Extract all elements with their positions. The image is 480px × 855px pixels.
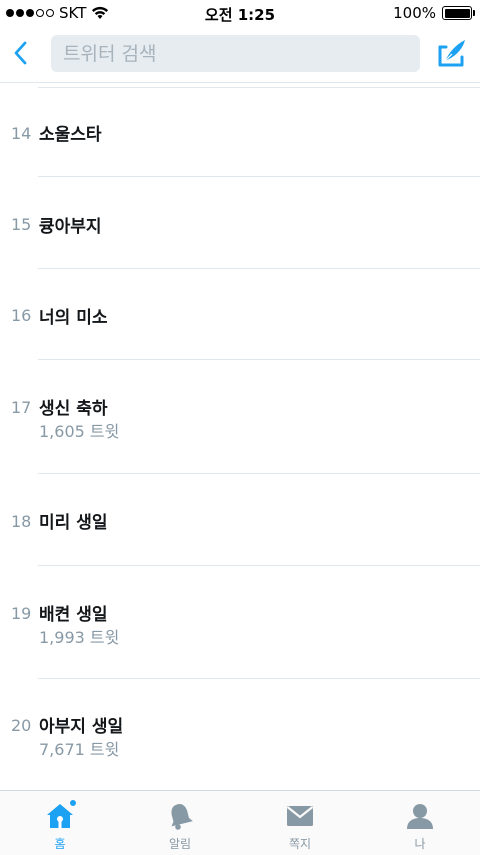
navigation-bar bbox=[0, 27, 480, 83]
trend-rank: 17 bbox=[11, 398, 32, 417]
tab-label: 쪽지 bbox=[288, 837, 312, 851]
trend-item[interactable]: 18 미리 생일 bbox=[0, 474, 480, 565]
trend-rank: 18 bbox=[11, 512, 32, 531]
tab-notifications[interactable]: 알림 bbox=[120, 791, 240, 855]
battery-fill bbox=[444, 8, 470, 18]
trend-item[interactable]: 15 큥아부지 bbox=[0, 177, 480, 268]
trend-name: 생신 축하 bbox=[39, 399, 108, 419]
tab-label: 나 bbox=[414, 837, 426, 851]
tab-bar: 홈 알림 쪽지 나 bbox=[0, 790, 480, 855]
envelope-icon bbox=[285, 801, 315, 831]
trend-item[interactable]: 20 아부지 생일 7,671 트윗 bbox=[0, 679, 480, 790]
trend-item[interactable]: 16 너의 미소 bbox=[0, 269, 480, 359]
person-icon bbox=[405, 801, 435, 831]
trend-tweet-count: 7,671 트윗 bbox=[39, 740, 120, 759]
trend-rank: 15 bbox=[11, 215, 32, 234]
back-button[interactable] bbox=[9, 38, 31, 68]
status-right: 100% bbox=[393, 4, 475, 22]
tab-label: 홈 bbox=[54, 837, 66, 851]
trend-tweet-count: 1,605 트윗 bbox=[39, 422, 120, 441]
trend-item[interactable]: 19 배켠 생일 1,993 트윗 bbox=[0, 566, 480, 678]
tab-home[interactable]: 홈 bbox=[0, 791, 120, 855]
trend-item[interactable]: 17 생신 축하 1,605 트윗 bbox=[0, 360, 480, 473]
trends-list: 14 소울스타 15 큥아부지 16 너의 미소 17 생신 축하 1,605 … bbox=[0, 84, 480, 790]
bell-icon bbox=[165, 801, 195, 831]
tab-messages[interactable]: 쪽지 bbox=[240, 791, 360, 855]
search-input[interactable] bbox=[51, 35, 420, 72]
tab-label: 알림 bbox=[168, 837, 192, 851]
compose-tweet-button[interactable] bbox=[436, 37, 468, 69]
trend-rank: 14 bbox=[11, 124, 32, 143]
trend-name: 큥아부지 bbox=[39, 217, 102, 237]
chevron-left-icon bbox=[14, 41, 27, 65]
trend-name: 아부지 생일 bbox=[39, 717, 124, 737]
trend-rank: 19 bbox=[11, 604, 32, 623]
trend-name: 너의 미소 bbox=[39, 308, 108, 328]
trend-name: 미리 생일 bbox=[39, 513, 108, 533]
notification-dot bbox=[69, 799, 77, 807]
trend-name: 배켠 생일 bbox=[39, 605, 108, 625]
status-bar: SKT 오전 1:25 100% bbox=[0, 0, 480, 27]
battery-percent: 100% bbox=[393, 4, 436, 22]
tab-me[interactable]: 나 bbox=[360, 791, 480, 855]
trend-tweet-count: 1,993 트윗 bbox=[39, 628, 120, 647]
trend-rank: 20 bbox=[11, 716, 32, 735]
trend-name: 소울스타 bbox=[39, 125, 102, 145]
battery-icon bbox=[442, 6, 475, 20]
compose-quill-icon bbox=[438, 40, 465, 67]
trend-rank: 16 bbox=[11, 306, 32, 325]
trend-item[interactable]: 14 소울스타 bbox=[0, 84, 480, 176]
home-icon bbox=[45, 799, 77, 831]
